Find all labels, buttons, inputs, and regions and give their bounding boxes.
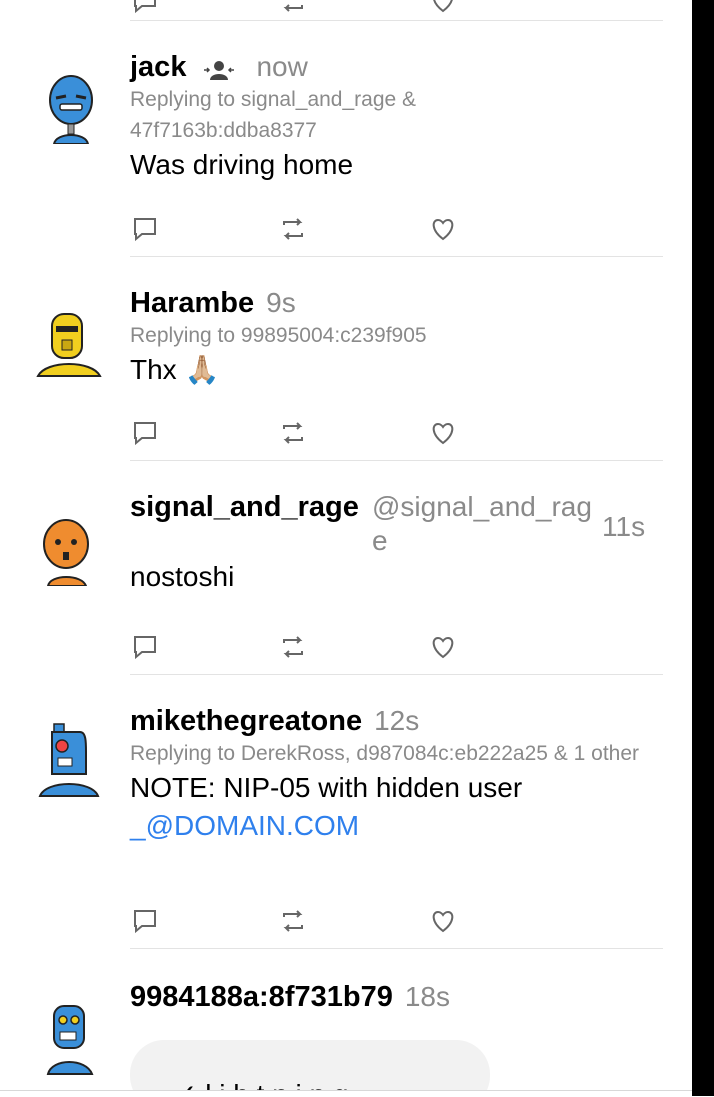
avatar[interactable] [36,310,102,380]
heart-icon[interactable] [428,418,460,448]
author-name[interactable]: signal_and_rage [130,490,364,524]
heart-icon[interactable] [428,214,460,244]
author-name[interactable]: 9984188a:8f731b79 [130,980,393,1014]
author-handle[interactable]: @signal_and_rage [372,490,592,558]
comment-icon[interactable] [130,0,162,16]
divider [130,256,663,257]
replying-to[interactable]: Replying to signal_and_rage & 47f7163b:d… [130,84,490,146]
post-body: Thx 🙏🏼 [130,354,220,385]
post-jack[interactable]: jack now Replying to signal_and_rage & 4… [130,50,663,184]
post-actions [130,906,470,936]
post-actions-partial [130,0,470,16]
comment-icon[interactable] [130,906,162,936]
post-actions [130,632,470,662]
repost-icon[interactable] [278,214,310,244]
post-body: NOTE: NIP-05 with hidden user [130,772,523,803]
post-harambe[interactable]: Harambe 9s Replying to 99895004:c239f905… [130,286,663,389]
post-time: 11s [602,511,646,542]
post-mikethegreatone[interactable]: mikethegreatone 12s Replying to DerekRos… [130,704,663,845]
repost-icon[interactable] [278,906,310,936]
author-name[interactable]: mikethegreatone [130,704,362,738]
post-actions [130,418,470,448]
post-time: 18s [404,981,450,1012]
avatar[interactable] [36,516,98,587]
post-time: now [256,51,308,82]
author-name[interactable]: jack [130,50,186,84]
post-9984188a[interactable]: 9984188a:8f731b79 18s [130,980,663,1014]
post-actions [130,214,470,244]
repost-icon[interactable] [278,418,310,448]
repost-icon[interactable] [278,0,310,16]
divider [130,460,663,461]
divider [130,674,663,675]
avatar[interactable] [40,74,102,145]
heart-icon[interactable] [428,0,460,16]
replying-to[interactable]: Replying to 99895004:c239f905 [130,320,663,351]
post-time: 12s [374,705,420,736]
comment-icon[interactable] [130,418,162,448]
heart-icon[interactable] [428,906,460,936]
avatar[interactable] [42,1004,104,1075]
nip05-link[interactable]: _@DOMAIN.COM [130,807,663,845]
repost-icon[interactable] [278,632,310,662]
divider [130,20,663,21]
post-body: Was driving home [130,149,354,180]
feed: jack now Replying to signal_and_rage & 4… [0,0,692,1096]
follows-you-icon [202,56,236,82]
replying-to[interactable]: Replying to DerekRoss, d987084c:eb222a25… [130,738,650,769]
post-signal-and-rage[interactable]: signal_and_rage @signal_and_rage 11s nos… [130,490,663,596]
divider [130,948,663,949]
author-name[interactable]: Harambe [130,286,254,320]
comment-icon[interactable] [130,214,162,244]
embedded-preview[interactable]: ✓ l i h t n i n g ... [130,1040,490,1096]
heart-icon[interactable] [428,632,460,662]
comment-icon[interactable] [130,632,162,662]
post-body: nostoshi [130,561,235,592]
screen-edge [692,0,714,1096]
avatar[interactable] [38,722,100,797]
post-time: 9s [266,287,296,318]
